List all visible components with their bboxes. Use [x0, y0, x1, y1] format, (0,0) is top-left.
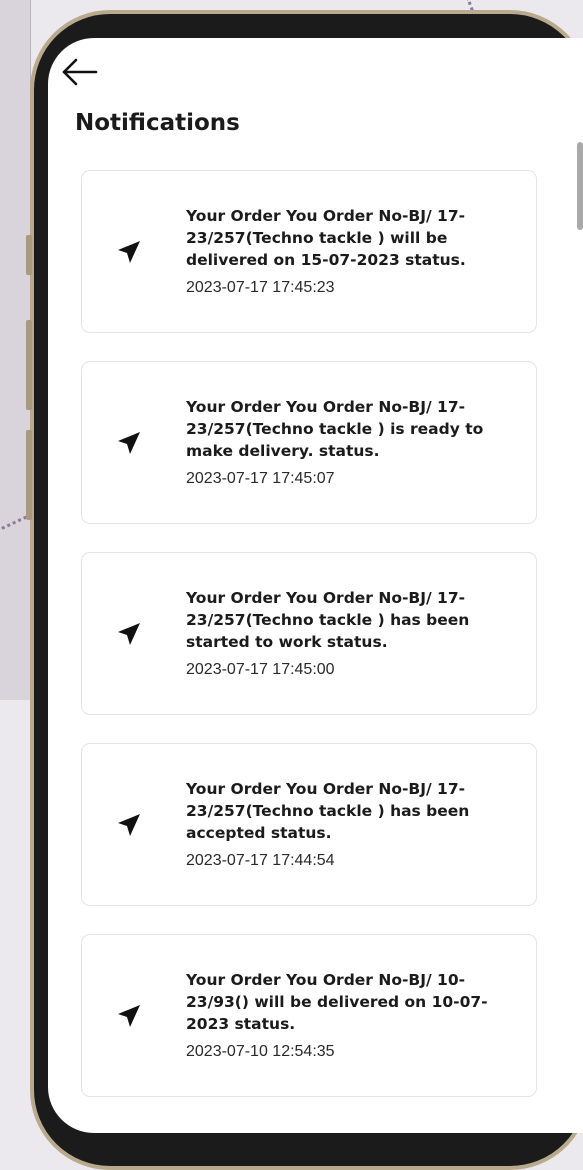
phone-side-button — [26, 235, 32, 275]
phone-side-button — [26, 430, 32, 520]
send-icon — [118, 1005, 140, 1027]
notification-message: Your Order You Order No-BJ/ 17-23/257(Te… — [186, 398, 484, 460]
page-title: Notifications — [75, 110, 240, 136]
scrollbar[interactable] — [577, 142, 583, 230]
notification-card[interactable]: Your Order You Order No-BJ/ 10-23/93() w… — [81, 934, 537, 1097]
send-icon — [118, 623, 140, 645]
notification-list: Your Order You Order No-BJ/ 17-23/257(Te… — [81, 170, 537, 1125]
notification-card[interactable]: Your Order You Order No-BJ/ 17-23/257(Te… — [81, 170, 537, 333]
notification-message: Your Order You Order No-BJ/ 17-23/257(Te… — [186, 207, 466, 269]
notification-time: 2023-07-17 17:45:23 — [186, 279, 335, 296]
notification-card[interactable]: Your Order You Order No-BJ/ 17-23/257(Te… — [81, 552, 537, 715]
notification-time: 2023-07-10 12:54:35 — [186, 1043, 335, 1060]
notification-message: Your Order You Order No-BJ/ 10-23/93() w… — [186, 971, 488, 1033]
notification-time: 2023-07-17 17:45:00 — [186, 661, 335, 678]
notification-message: Your Order You Order No-BJ/ 17-23/257(Te… — [186, 589, 470, 651]
back-button[interactable] — [60, 56, 100, 88]
notification-card[interactable]: Your Order You Order No-BJ/ 17-23/257(Te… — [81, 743, 537, 906]
notification-time: 2023-07-17 17:44:54 — [186, 852, 335, 869]
notification-message: Your Order You Order No-BJ/ 17-23/257(Te… — [186, 780, 470, 842]
app-screen: Notifications Your Order You Order No-BJ… — [48, 38, 583, 1133]
arrow-left-icon — [62, 58, 98, 86]
send-icon — [118, 814, 140, 836]
phone-side-button — [26, 320, 32, 410]
send-icon — [118, 432, 140, 454]
send-icon — [118, 241, 140, 263]
notification-time: 2023-07-17 17:45:07 — [186, 470, 335, 487]
notification-card[interactable]: Your Order You Order No-BJ/ 17-23/257(Te… — [81, 361, 537, 524]
